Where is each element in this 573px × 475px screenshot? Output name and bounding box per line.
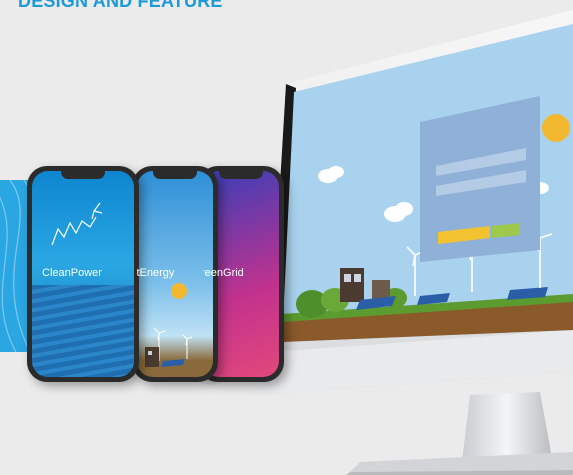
phone-notch xyxy=(219,171,263,179)
monitor-stand xyxy=(462,392,552,462)
phone-notch xyxy=(61,171,105,179)
house-icon xyxy=(145,347,159,367)
phone-brand-label: reenGrid xyxy=(203,267,244,279)
phone-cleanpower: CleanPower xyxy=(27,166,139,382)
phone-screen: stEnergy xyxy=(137,171,213,377)
monitor-base xyxy=(350,452,573,472)
phone-notch xyxy=(153,171,197,179)
phone-brand-label: stEnergy xyxy=(137,267,175,279)
solar-panel-icon xyxy=(161,359,185,367)
sun-icon xyxy=(542,114,570,142)
phone-screen: CleanPower xyxy=(32,171,134,377)
wind-turbine-icon xyxy=(51,202,103,246)
solar-panel-field xyxy=(32,285,134,377)
phone-brand-label: CleanPower xyxy=(42,267,102,279)
wind-turbine-icon xyxy=(153,327,193,361)
